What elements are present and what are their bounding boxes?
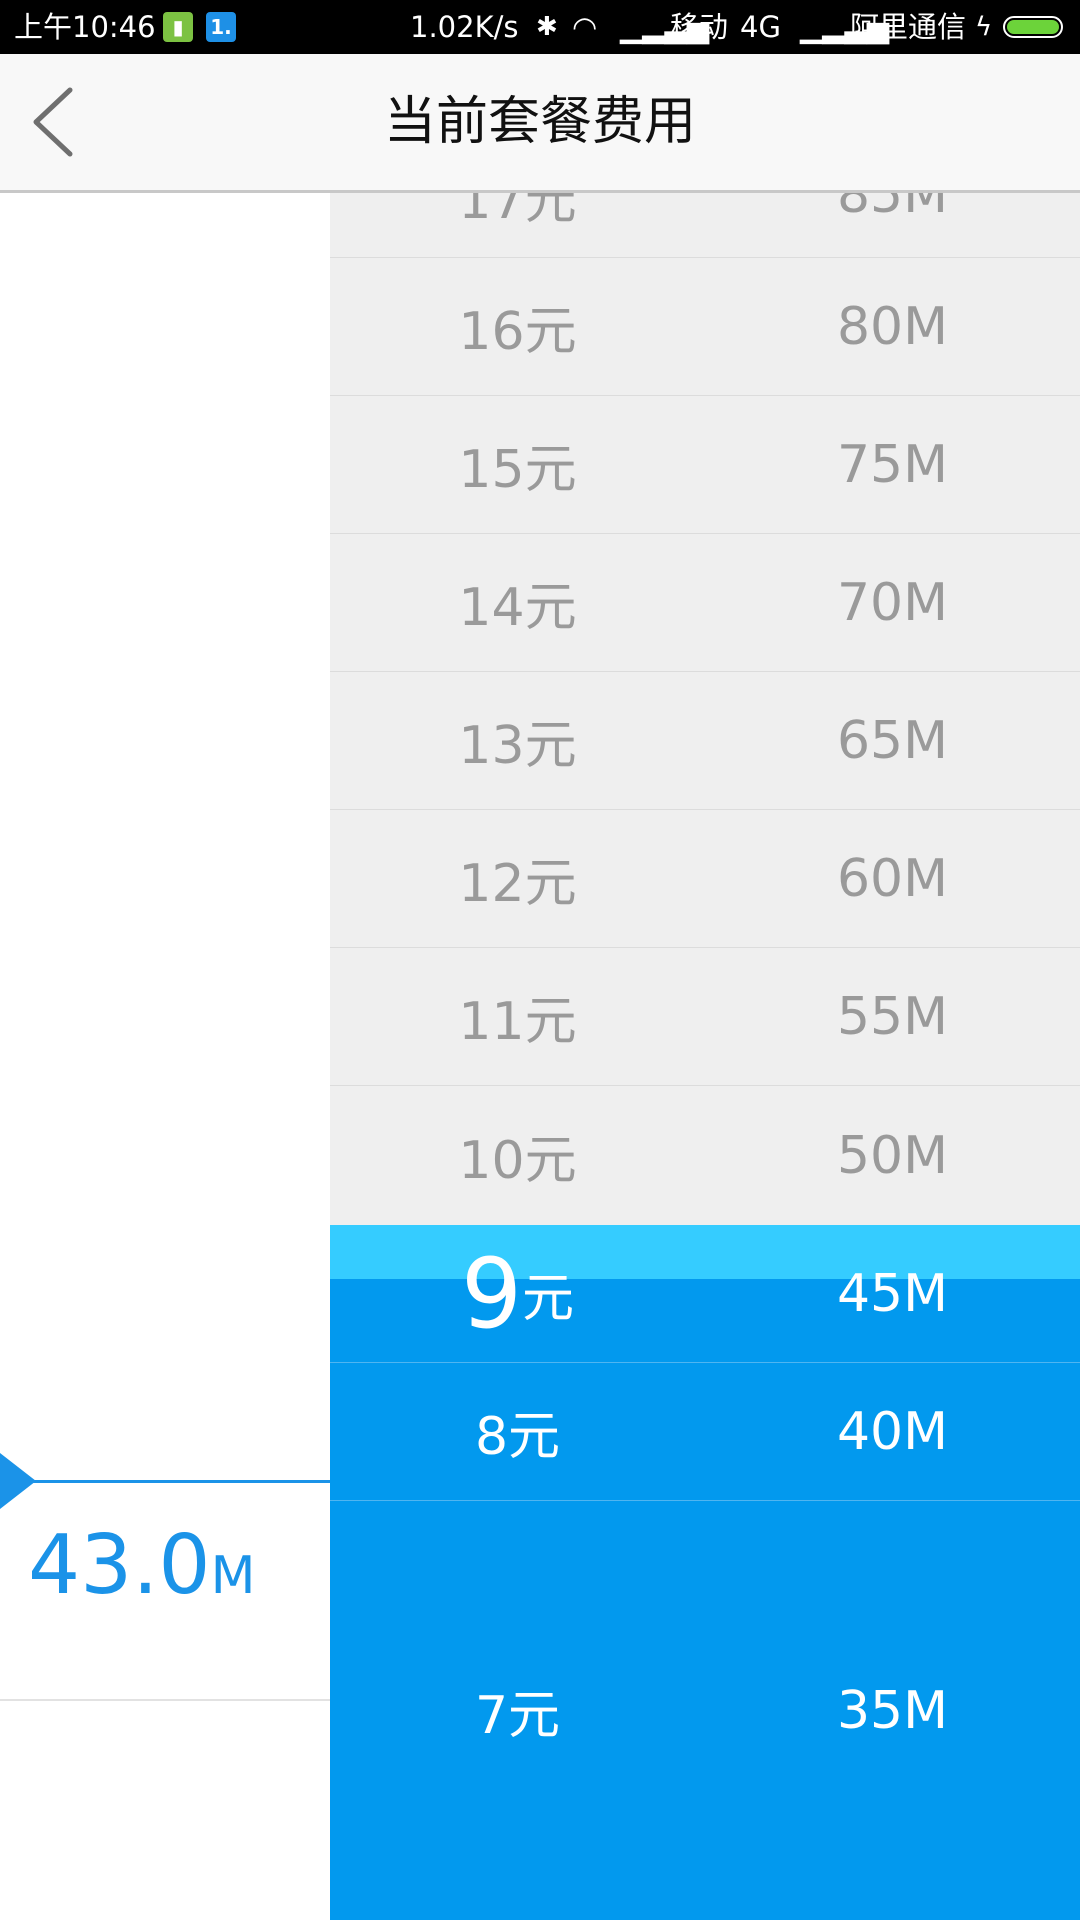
current-usage-value: 43.0 [28,1518,211,1613]
current-usage: 43.0M [28,1518,255,1613]
plan-data: 85M [836,193,949,225]
plan-data: 50M [836,1125,949,1186]
plan-price: 17元 [458,193,577,231]
plan-row[interactable]: 16元 80M [330,258,1080,396]
plan-row[interactable]: 15元 75M [330,396,1080,534]
plan-data: 75M [836,434,949,495]
plan-data: 65M [836,710,949,771]
plan-price: 8元 [474,1407,561,1467]
indicator-line [30,1480,330,1483]
plan-data: 55M [836,986,949,1047]
network-type: 4G [740,10,781,44]
bluetooth-icon: ✱ [536,12,558,42]
selected-price-unit: 元 [522,1269,575,1329]
plan-row[interactable]: 11元 55M [330,948,1080,1086]
usage-indicator-panel: 43.0M [0,193,330,1920]
selected-plan-row[interactable]: 9元 45M [330,1225,1080,1363]
plan-row[interactable]: 10元 50M [330,1086,1080,1225]
network-speed: 1.02K/s [410,10,519,44]
plan-row[interactable]: 8元 40M [330,1363,1080,1501]
status-time: 上午10:46 [14,10,156,44]
plan-row[interactable]: 14元 70M [330,534,1080,672]
plan-list[interactable]: 17元 85M 16元 80M 15元 75M 14元 70M 13元 65M … [330,193,1080,1920]
plan-row[interactable]: 12元 60M [330,810,1080,948]
selected-plan-price: 9元 [330,1225,705,1362]
plan-price: 11元 [458,992,577,1052]
plan-data: 80M [836,296,949,357]
carrier-label-2: 阿里通信 [850,10,967,44]
wifi-icon: ◠ [572,10,598,44]
page-title: 当前套餐费用 [383,92,696,152]
charging-icon: ϟ [975,12,993,42]
plan-price: 10元 [458,1131,577,1191]
plan-data: 35M [836,1680,949,1741]
selected-plan-data: 45M [836,1263,949,1324]
plan-price: 12元 [458,854,577,914]
current-usage-unit: M [210,1546,256,1606]
sim-icon: ▮ [163,12,193,42]
divider [0,1699,330,1701]
plan-row[interactable]: 17元 85M [330,193,1080,258]
plan-price: 14元 [458,578,577,638]
plan-price: 7元 [474,1686,561,1746]
screen: 上午10:46 ▮ 1. 1.02K/s ✱ ◠ ▁▂▃▅ 移动 4G ▁▂▃▅… [0,0,1080,1920]
battery-level [1007,20,1059,34]
plan-data: 70M [836,572,949,633]
plan-row[interactable]: 13元 65M [330,672,1080,810]
battery-icon [1003,16,1063,38]
plan-data: 40M [836,1401,949,1462]
plan-price: 16元 [458,302,577,362]
selected-price-number: 9 [460,1237,523,1350]
plan-row[interactable]: 7元 35M [330,1501,1080,1920]
plan-data: 60M [836,848,949,909]
plan-price: 15元 [458,440,577,500]
plan-price: 13元 [458,716,577,776]
header-bar: 当前套餐费用 [0,54,1080,193]
carrier-label-1: 移动 [670,10,729,44]
status-bar: 上午10:46 ▮ 1. 1.02K/s ✱ ◠ ▁▂▃▅ 移动 4G ▁▂▃▅… [0,0,1080,54]
notification-icon: 1. [206,12,236,42]
